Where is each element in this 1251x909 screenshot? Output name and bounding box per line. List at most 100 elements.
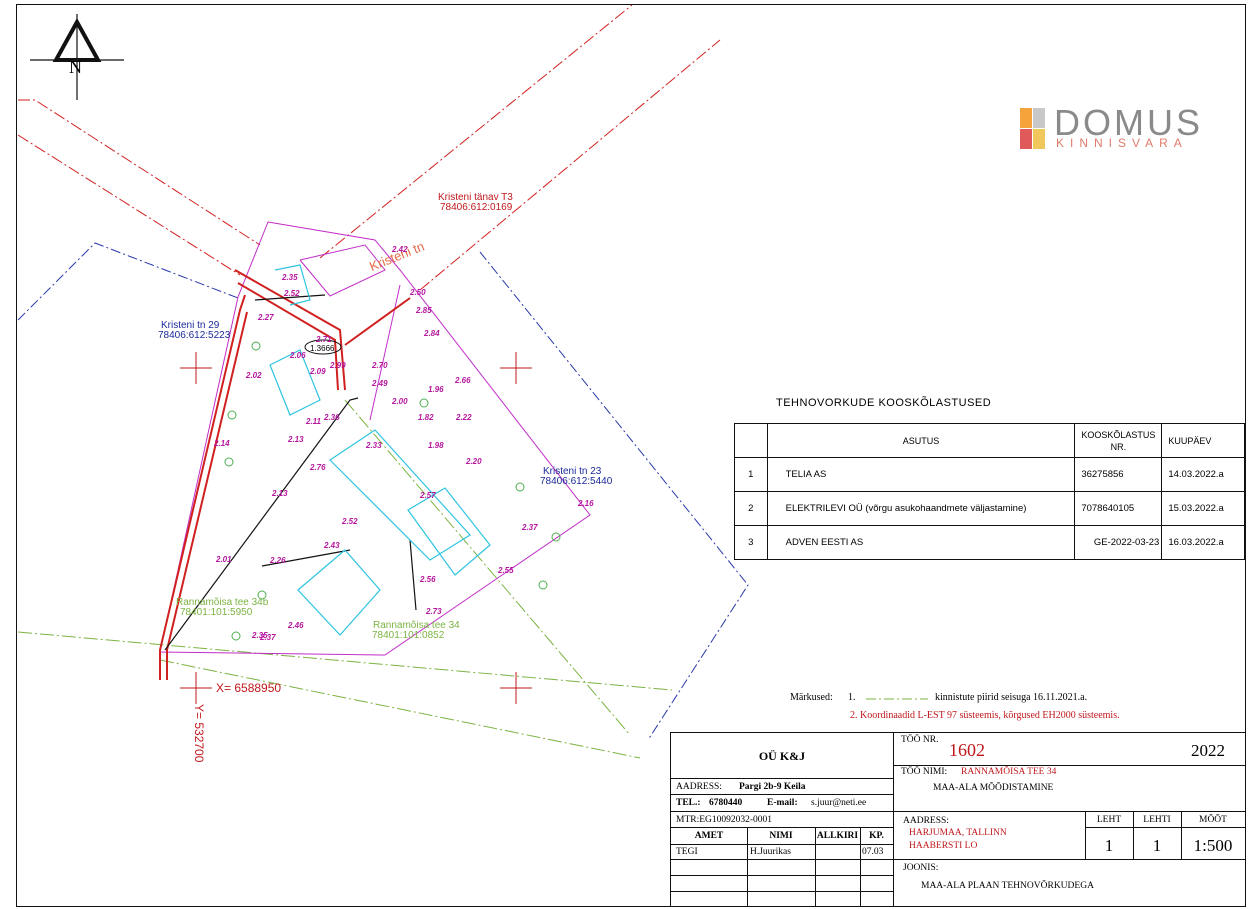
table-cell: 15.03.2022.a	[1161, 491, 1245, 526]
elevation-label: 2.52	[342, 517, 358, 526]
elevation-label: 2.13	[272, 489, 288, 498]
site-address2: HAABERSTI LO	[909, 841, 978, 851]
note1-text: kinnistute piirid seisuga 16.11.2021.a.	[935, 692, 1088, 703]
work-nr-label: TÖÖ NR.	[901, 735, 939, 745]
notes-label: Märkused:	[790, 692, 833, 703]
table-row: 3 ADVEN EESTI AS GE-2022-03-23 16.03.202…	[734, 525, 1245, 560]
leht-label: LEHT	[1096, 815, 1122, 825]
elevation-label: 2.13	[288, 435, 304, 444]
parcel-boundary-green	[17, 399, 673, 759]
elevation-label: 2.01	[216, 555, 232, 564]
site-address1: HARJUMAA, TALLINN	[909, 828, 1007, 838]
table-row: 1 TELIA AS 36275856 14.03.2022.a	[734, 457, 1245, 492]
elevation-label: 2.22	[456, 413, 472, 422]
elevation-label: 2.35	[282, 273, 298, 282]
elevation-label: 1.98	[428, 441, 444, 450]
coord-x-label: X= 6588950	[216, 681, 282, 695]
drawing-title: MAA-ALA PLAAN TEHNOVÕRKUDEGA	[921, 881, 1094, 891]
elevation-label: 1.82	[418, 413, 434, 422]
table-cell: GE-2022-03-23	[1074, 525, 1163, 560]
note1-line-sample	[866, 698, 928, 700]
parcel34b-id-label: 78401:101:5950	[180, 607, 253, 618]
row-nimi: H.Juurikas	[750, 847, 791, 857]
elevation-label: 2.11	[306, 417, 321, 426]
elevation-label: 2.26	[270, 556, 286, 565]
table-cell: 1	[734, 457, 768, 492]
col-amet: AMET	[694, 831, 724, 841]
work-year: 2022	[1191, 741, 1225, 760]
elevation-label: 2.66	[455, 376, 471, 385]
company-name: OÜ K&J	[758, 749, 806, 763]
work-name-label: TÖÖ NIMI:	[901, 767, 948, 777]
approvals-header	[734, 423, 768, 458]
elevation-label: 2.55	[498, 566, 514, 575]
work-nr: 1602	[949, 740, 985, 760]
logo-block	[1020, 129, 1032, 149]
logo-block	[1033, 129, 1045, 149]
elevation-label: 2.73	[426, 607, 442, 616]
table-cell: 14.03.2022.a	[1161, 457, 1245, 492]
table-cell: 36275856	[1074, 457, 1163, 492]
col-kp: KP.	[869, 831, 884, 841]
elevation-label: 2.02	[246, 371, 262, 380]
approvals-header: KUUPÄEV	[1161, 423, 1245, 458]
elevation-label: 2.84	[424, 329, 440, 338]
site-address-label: AADRESS:	[903, 816, 949, 826]
table-cell: TELIA AS	[766, 457, 1076, 492]
logo-sub: KINNISVARA	[1056, 136, 1188, 150]
elevation-label: 2.37	[260, 633, 276, 642]
coord-y-label: Y= 532700	[192, 704, 206, 763]
elevation-label: 2.27	[258, 313, 274, 322]
elevation-label: 2.70	[372, 361, 388, 370]
elevation-label: 1.96	[428, 385, 444, 394]
parcel23-id-label: 78406:612:5440	[540, 476, 613, 487]
drawing-label: JOONIS:	[903, 863, 939, 873]
address-label: AADRESS:	[676, 782, 722, 792]
elevation-label: 2.52	[284, 289, 300, 298]
tel-value: 6780440	[709, 798, 743, 808]
approvals-header: ASUTUS	[766, 423, 1076, 458]
street-boundary-red	[17, 4, 721, 291]
table-cell: 7078640105	[1074, 491, 1163, 526]
lehti-value: 1	[1152, 836, 1162, 855]
elevation-label: 2.00	[392, 397, 408, 406]
north-label: N	[69, 57, 82, 77]
elevation-label: 2.49	[372, 379, 388, 388]
street-id-label: 78406:612:0169	[440, 202, 513, 213]
elevation-label: 2.14	[214, 439, 230, 448]
elevation-label: 2.71	[316, 335, 332, 344]
elevation-label: 2.85	[416, 306, 432, 315]
elevation-label: 2.09	[310, 367, 326, 376]
email-label: E-mail:	[767, 798, 798, 808]
elevation-label: 2.20	[466, 457, 482, 466]
elevation-label: 2.50	[410, 288, 426, 297]
title-block: OÜ K&J AADRESS: Pargi 2b-9 Keila TEL.: 6…	[670, 732, 1246, 907]
note2-text: 2. Koordinaadid L-EST 97 süsteemis, kõrg…	[850, 710, 1120, 721]
parcel34-id-label: 78401:101:0852	[372, 630, 445, 641]
table-cell: ADVEN EESTI AS	[766, 525, 1076, 560]
company-address: Pargi 2b-9 Keila	[739, 782, 806, 792]
elevation-label: 2.99	[330, 361, 346, 370]
leht-value: 1	[1104, 836, 1114, 855]
elevation-label: 2.56	[420, 575, 436, 584]
mtr-value: MTR:EG10092032-0001	[676, 815, 773, 825]
elevation-label: 2.57	[420, 491, 436, 500]
col-allkiri: ALLKIRI	[816, 831, 859, 841]
elevation-label: 2.16	[578, 499, 594, 508]
lehti-label: LEHTI	[1143, 815, 1171, 825]
email-value: s.juur@neti.ee	[811, 798, 867, 808]
row-kp: 07.03	[862, 847, 884, 857]
approvals-header: KOOSKÕLASTUS NR.	[1074, 423, 1163, 458]
elevation-label: 2.46	[288, 621, 304, 630]
elevation-label: 2.42	[392, 245, 408, 254]
table-cell: 3	[734, 525, 768, 560]
elevation-label: 2.06	[290, 351, 306, 360]
work-name2: MAA-ALA MÕÕDISTAMINE	[933, 783, 1054, 793]
moot-value: 1:500	[1193, 836, 1233, 855]
elevation-label: 2.36	[324, 413, 340, 422]
elevation-label: 2.33	[366, 441, 382, 450]
logo-block	[1020, 108, 1032, 128]
logo-block	[1033, 108, 1045, 128]
row-amet: TEGI	[676, 847, 698, 857]
col-nimi: NIMI	[769, 831, 793, 841]
